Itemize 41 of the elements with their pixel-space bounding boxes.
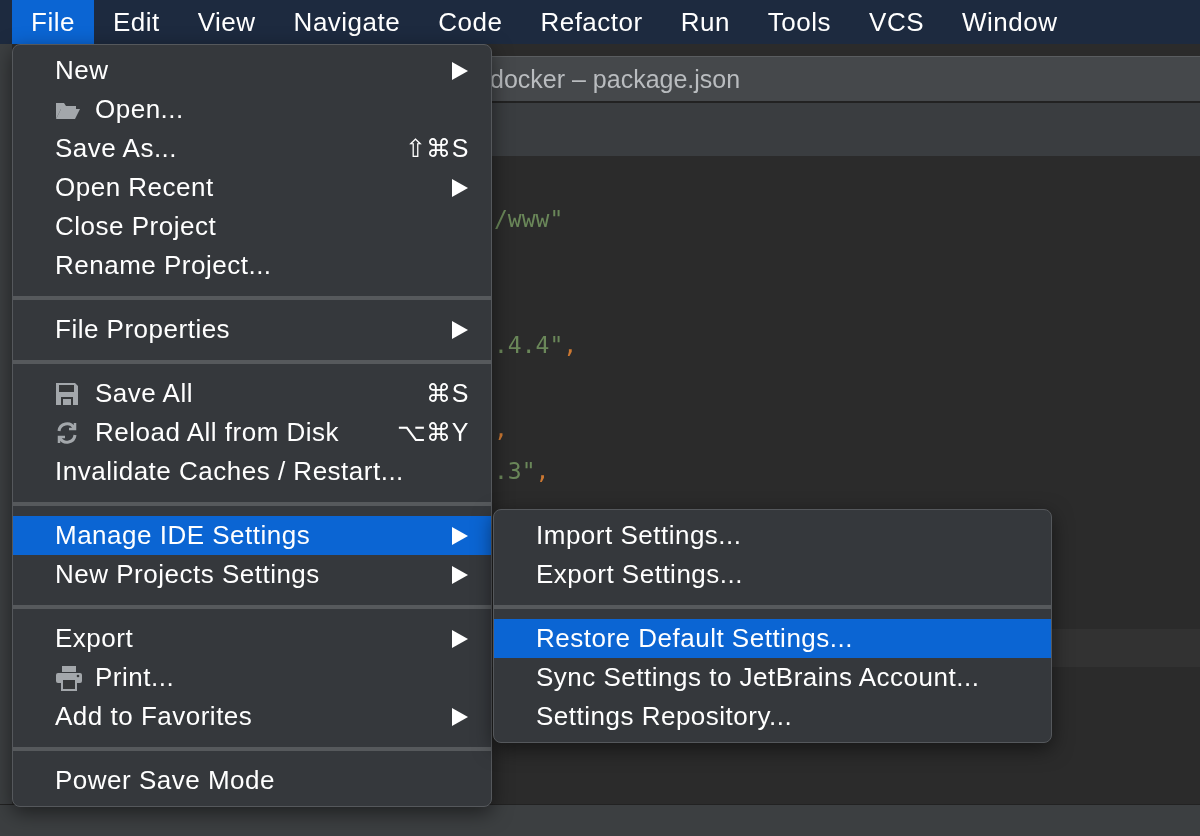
menu-item[interactable]: New Projects Settings bbox=[13, 555, 491, 594]
menu-item[interactable]: Settings Repository... bbox=[494, 697, 1051, 736]
menu-item[interactable]: Power Save Mode bbox=[13, 761, 491, 800]
menu-item[interactable]: Export bbox=[13, 619, 491, 658]
menu-item[interactable]: Manage IDE Settings bbox=[13, 516, 491, 555]
menu-item[interactable]: Import Settings... bbox=[494, 516, 1051, 555]
menu-item[interactable]: Rename Project... bbox=[13, 246, 491, 285]
shortcut-label: ⇧⌘S bbox=[404, 134, 469, 163]
shortcut-label: ⌥⌘Y bbox=[396, 418, 469, 447]
menu-item[interactable]: File Properties bbox=[13, 310, 491, 349]
menu-bar-item[interactable]: View bbox=[178, 0, 275, 44]
reload-icon bbox=[55, 420, 79, 445]
printer-icon bbox=[55, 664, 83, 691]
window-title: docker – package.json bbox=[490, 64, 741, 94]
menu-item[interactable]: Save All ⌘S bbox=[13, 374, 491, 413]
code-line: /www" bbox=[494, 205, 565, 234]
menu-bar-item[interactable]: Edit bbox=[93, 0, 179, 44]
menu-item[interactable]: Open Recent bbox=[13, 168, 491, 207]
menu-bar-item[interactable]: Navigate bbox=[274, 0, 420, 44]
code-line: , bbox=[494, 415, 509, 444]
menu-bar-item[interactable]: Window bbox=[943, 0, 1077, 44]
menu-item[interactable]: Export Settings... bbox=[494, 555, 1051, 594]
menu-item[interactable]: Close Project bbox=[13, 207, 491, 246]
menu-bar-item[interactable]: Refactor bbox=[521, 0, 662, 44]
menu-item[interactable]: Open... bbox=[13, 90, 491, 129]
code-line: .3", bbox=[494, 457, 551, 486]
menu-bar-item[interactable]: File bbox=[12, 0, 94, 44]
menu-item[interactable]: Print... bbox=[13, 658, 491, 697]
menu-item[interactable]: Add to Favorites bbox=[13, 697, 491, 736]
menu-item[interactable]: Reload All from Disk ⌥⌘Y bbox=[13, 413, 491, 452]
menu-bar-item[interactable]: VCS bbox=[850, 0, 944, 44]
menu-item[interactable]: Invalidate Caches / Restart... bbox=[13, 452, 491, 491]
menu-bar-item[interactable]: Run bbox=[661, 0, 749, 44]
menu-item[interactable]: New bbox=[13, 51, 491, 90]
code-line: .4.4", bbox=[494, 331, 579, 360]
shortcut-label: ⌘S bbox=[426, 379, 469, 408]
menu-item[interactable]: Restore Default Settings... bbox=[494, 619, 1051, 658]
menu-bar-item[interactable]: Code bbox=[419, 0, 522, 44]
menu-bar-item[interactable]: Tools bbox=[748, 0, 851, 44]
menu-item[interactable]: Save As... ⇧⌘S bbox=[13, 129, 491, 168]
menu-item[interactable]: Sync Settings to JetBrains Account... bbox=[494, 658, 1051, 697]
